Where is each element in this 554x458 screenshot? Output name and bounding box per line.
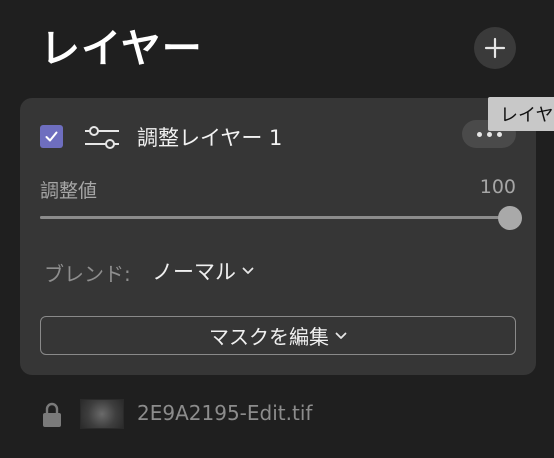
edit-mask-label: マスクを編集 — [209, 325, 329, 349]
blend-mode-value: ノーマル — [152, 260, 236, 284]
blend-mode-dropdown[interactable]: ノーマル — [152, 256, 254, 286]
panel-title: レイヤー — [40, 26, 203, 72]
edit-mask-button[interactable]: マスクを編集 — [40, 316, 516, 355]
ellipsis-dot — [496, 131, 502, 137]
base-layer-thumbnail[interactable] — [80, 399, 124, 429]
layer-visibility-checkbox[interactable] — [40, 125, 63, 148]
adjustment-slider-track[interactable] — [40, 216, 510, 219]
ellipsis-dot — [486, 131, 492, 137]
checkmark-icon — [45, 131, 58, 142]
ellipsis-icon — [476, 131, 482, 137]
adjustment-slider-fill — [40, 216, 510, 219]
lock-icon[interactable] — [42, 402, 62, 428]
adjustment-label: 調整値 — [40, 180, 98, 202]
adjustment-layer-card[interactable]: 調整レイヤー 1 調整値 100 ブレンド: ノーマル マスクを編集 — [20, 98, 536, 375]
chevron-down-icon — [335, 332, 347, 339]
adjustment-value: 100 — [479, 176, 516, 198]
adjustment-slider-thumb[interactable] — [498, 206, 522, 230]
add-layer-button[interactable] — [474, 27, 516, 69]
layers-panel: レイヤー 調整レイヤー 1 調整値 100 ブレンド: ノーマル マスクを編集 … — [0, 0, 554, 458]
tooltip: レイヤ — [488, 97, 554, 131]
sliders-icon — [85, 126, 119, 149]
base-layer-filename[interactable]: 2E9A2195-Edit.tif — [137, 401, 312, 425]
layer-name[interactable]: 調整レイヤー 1 — [137, 122, 282, 152]
blend-mode-label: ブレンド: — [44, 262, 131, 286]
plus-icon — [484, 37, 506, 59]
chevron-down-icon — [242, 267, 254, 274]
